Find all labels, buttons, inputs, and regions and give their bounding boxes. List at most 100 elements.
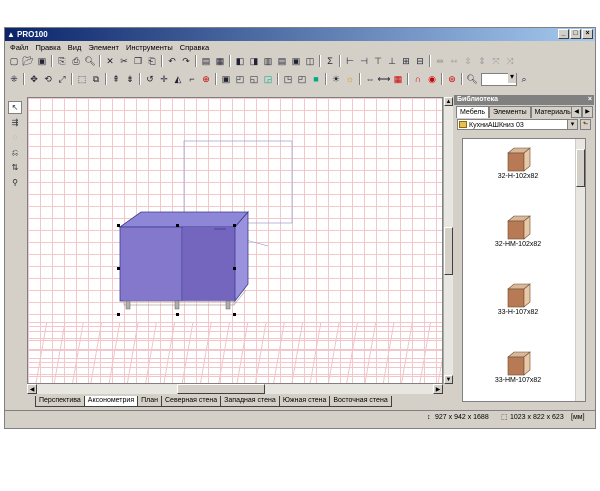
list-item[interactable]: 33-НМ-107x82	[463, 351, 573, 384]
scroll-up-icon[interactable]: ▲	[444, 97, 453, 106]
print-preview-icon[interactable]: 🔍︎	[83, 54, 97, 68]
window-layout-2-icon[interactable]: ◨	[247, 54, 261, 68]
list-item[interactable]: 32-Н-102x82	[463, 147, 573, 180]
maximize-button[interactable]: □	[570, 29, 581, 39]
cabinet-side[interactable]	[234, 210, 249, 303]
rotate-left-icon[interactable]: ↺	[143, 72, 157, 86]
folder-up-button[interactable]: ⬑	[580, 119, 591, 130]
cube-view-6-icon[interactable]: ◰	[295, 72, 309, 86]
list-item[interactable]: 32-НМ-102x82	[463, 215, 573, 248]
zoom-tool-icon[interactable]: ⚲	[8, 176, 22, 189]
tab-scroll-right-icon[interactable]: ▶	[582, 106, 593, 118]
cabinet-top[interactable]	[118, 211, 249, 228]
undo-icon[interactable]: ↶	[165, 54, 179, 68]
tab-plan[interactable]: План	[137, 396, 162, 407]
lifebuoy-2-icon[interactable]: ⊛	[445, 72, 459, 86]
menu-file[interactable]: Файл	[10, 42, 28, 53]
zoom-icon[interactable]: 🔍︎	[465, 72, 479, 86]
align-right-icon[interactable]: ⊣	[357, 54, 371, 68]
distribute-3-icon[interactable]: ⇳	[461, 54, 475, 68]
move-up-icon[interactable]: ⇞	[109, 72, 123, 86]
library-scroll-thumb[interactable]	[576, 149, 585, 187]
library-scrollbar[interactable]	[575, 139, 585, 401]
open-folder-icon[interactable]: 📂︎	[21, 54, 35, 68]
cube-view-3-icon[interactable]: ◱	[247, 72, 261, 86]
close-icon[interactable]: ×	[588, 95, 592, 105]
move-down-icon[interactable]: ⇟	[123, 72, 137, 86]
cube-view-5-icon[interactable]: ◳	[281, 72, 295, 86]
pointer-tool-icon[interactable]: ↖	[8, 101, 22, 114]
zoom-combo[interactable]	[481, 71, 517, 86]
library-icon[interactable]: ▤	[199, 54, 213, 68]
tab-materials[interactable]: Материалы	[530, 106, 577, 118]
align-top-icon[interactable]: ⊤	[371, 54, 385, 68]
tab-furniture[interactable]: Мебель	[456, 106, 490, 118]
chevron-down-icon[interactable]: ▾	[567, 120, 577, 129]
cube-view-1-icon[interactable]: ▣	[219, 72, 233, 86]
corner-icon[interactable]: ⌐	[185, 72, 199, 86]
tab-axonometry[interactable]: Аксонометрия	[83, 396, 139, 407]
scroll-left-icon[interactable]: ◀	[27, 384, 37, 394]
mirror-icon[interactable]: ◭	[171, 72, 185, 86]
cube-view-7-icon[interactable]: ■	[309, 72, 323, 86]
lifebuoy-icon[interactable]: ⊕	[199, 72, 213, 86]
grid-icon[interactable]: ▦	[391, 72, 405, 86]
align-back-icon[interactable]: ⊟	[413, 54, 427, 68]
window-layout-5-icon[interactable]: ▣	[289, 54, 303, 68]
bulb-icon[interactable]: ☼	[343, 72, 357, 86]
tool-2-icon[interactable]: ⇶	[8, 116, 22, 129]
magnet-icon[interactable]: ∩	[411, 72, 425, 86]
save-icon[interactable]: ▣	[35, 54, 49, 68]
menu-tools[interactable]: Инструменты	[126, 42, 173, 53]
cube-view-2-icon[interactable]: ◰	[233, 72, 247, 86]
align-bottom-icon[interactable]: ⊥	[385, 54, 399, 68]
scroll-down-icon[interactable]: ▼	[444, 375, 453, 384]
tool-3-icon[interactable]: ◌	[8, 131, 22, 144]
tool-4-icon[interactable]: ⎌	[8, 146, 22, 159]
window-layout-3-icon[interactable]: ▥	[261, 54, 275, 68]
window-layout-6-icon[interactable]: ◫	[303, 54, 317, 68]
distribute-5-icon[interactable]: ⤧	[489, 54, 503, 68]
copy-icon[interactable]: ❐	[131, 54, 145, 68]
viewport-vscroll[interactable]: ▲ ▼	[443, 97, 453, 384]
rotate-icon[interactable]: ⟲	[41, 72, 55, 86]
new-file-icon[interactable]: ▢	[7, 54, 21, 68]
menu-help[interactable]: Справка	[180, 42, 209, 53]
properties-icon[interactable]: ⎘	[55, 54, 69, 68]
scroll-right-icon[interactable]: ▶	[433, 384, 443, 394]
hscroll-thumb[interactable]	[177, 384, 265, 394]
vscroll-thumb[interactable]	[444, 227, 453, 275]
align-left-icon[interactable]: ⊢	[343, 54, 357, 68]
lighting-icon[interactable]: ☀	[329, 72, 343, 86]
tab-scroll-left-icon[interactable]: ◀	[571, 106, 582, 118]
folder-select[interactable]: КухниАШКниз 03 ▾	[457, 119, 578, 130]
menu-element[interactable]: Элемент	[88, 42, 119, 53]
sum-icon[interactable]: Σ	[323, 54, 337, 68]
design-viewport[interactable]	[27, 97, 443, 384]
tab-north-wall[interactable]: Северная стена	[161, 396, 222, 407]
distribute-4-icon[interactable]: ⇕	[475, 54, 489, 68]
tab-west-wall[interactable]: Западная стена	[220, 396, 280, 407]
cube-view-4-icon[interactable]: ◲	[261, 72, 275, 86]
menu-edit[interactable]: Правка	[35, 42, 60, 53]
tab-east-wall[interactable]: Восточная стена	[329, 396, 392, 407]
cross-move-icon[interactable]: ✛	[157, 72, 171, 86]
ruler-icon[interactable]: ⟷	[377, 72, 391, 86]
minimize-button[interactable]: _	[558, 29, 569, 39]
select-all-icon[interactable]: ⁜	[7, 72, 21, 86]
move-icon[interactable]: ✥	[27, 72, 41, 86]
ungroup-icon[interactable]: ⧉	[89, 72, 103, 86]
viewport-hscroll[interactable]: ◀ ▶	[27, 384, 443, 394]
cut-icon[interactable]: ✂	[117, 54, 131, 68]
scale-icon[interactable]: ⤢	[55, 72, 69, 86]
group-icon[interactable]: ⬚	[75, 72, 89, 86]
dimension-icon[interactable]: ⇔	[363, 72, 377, 86]
paste-icon[interactable]: ⎗	[145, 54, 159, 68]
zoom-fit-icon[interactable]: ⌕	[517, 72, 531, 86]
close-button[interactable]: ×	[582, 29, 593, 39]
distribute-1-icon[interactable]: ⇹	[433, 54, 447, 68]
tool-5-icon[interactable]: ⇅	[8, 161, 22, 174]
report-icon[interactable]: ▦	[213, 54, 227, 68]
print-icon[interactable]: ⎙	[69, 54, 83, 68]
collision-icon[interactable]: ◉	[425, 72, 439, 86]
